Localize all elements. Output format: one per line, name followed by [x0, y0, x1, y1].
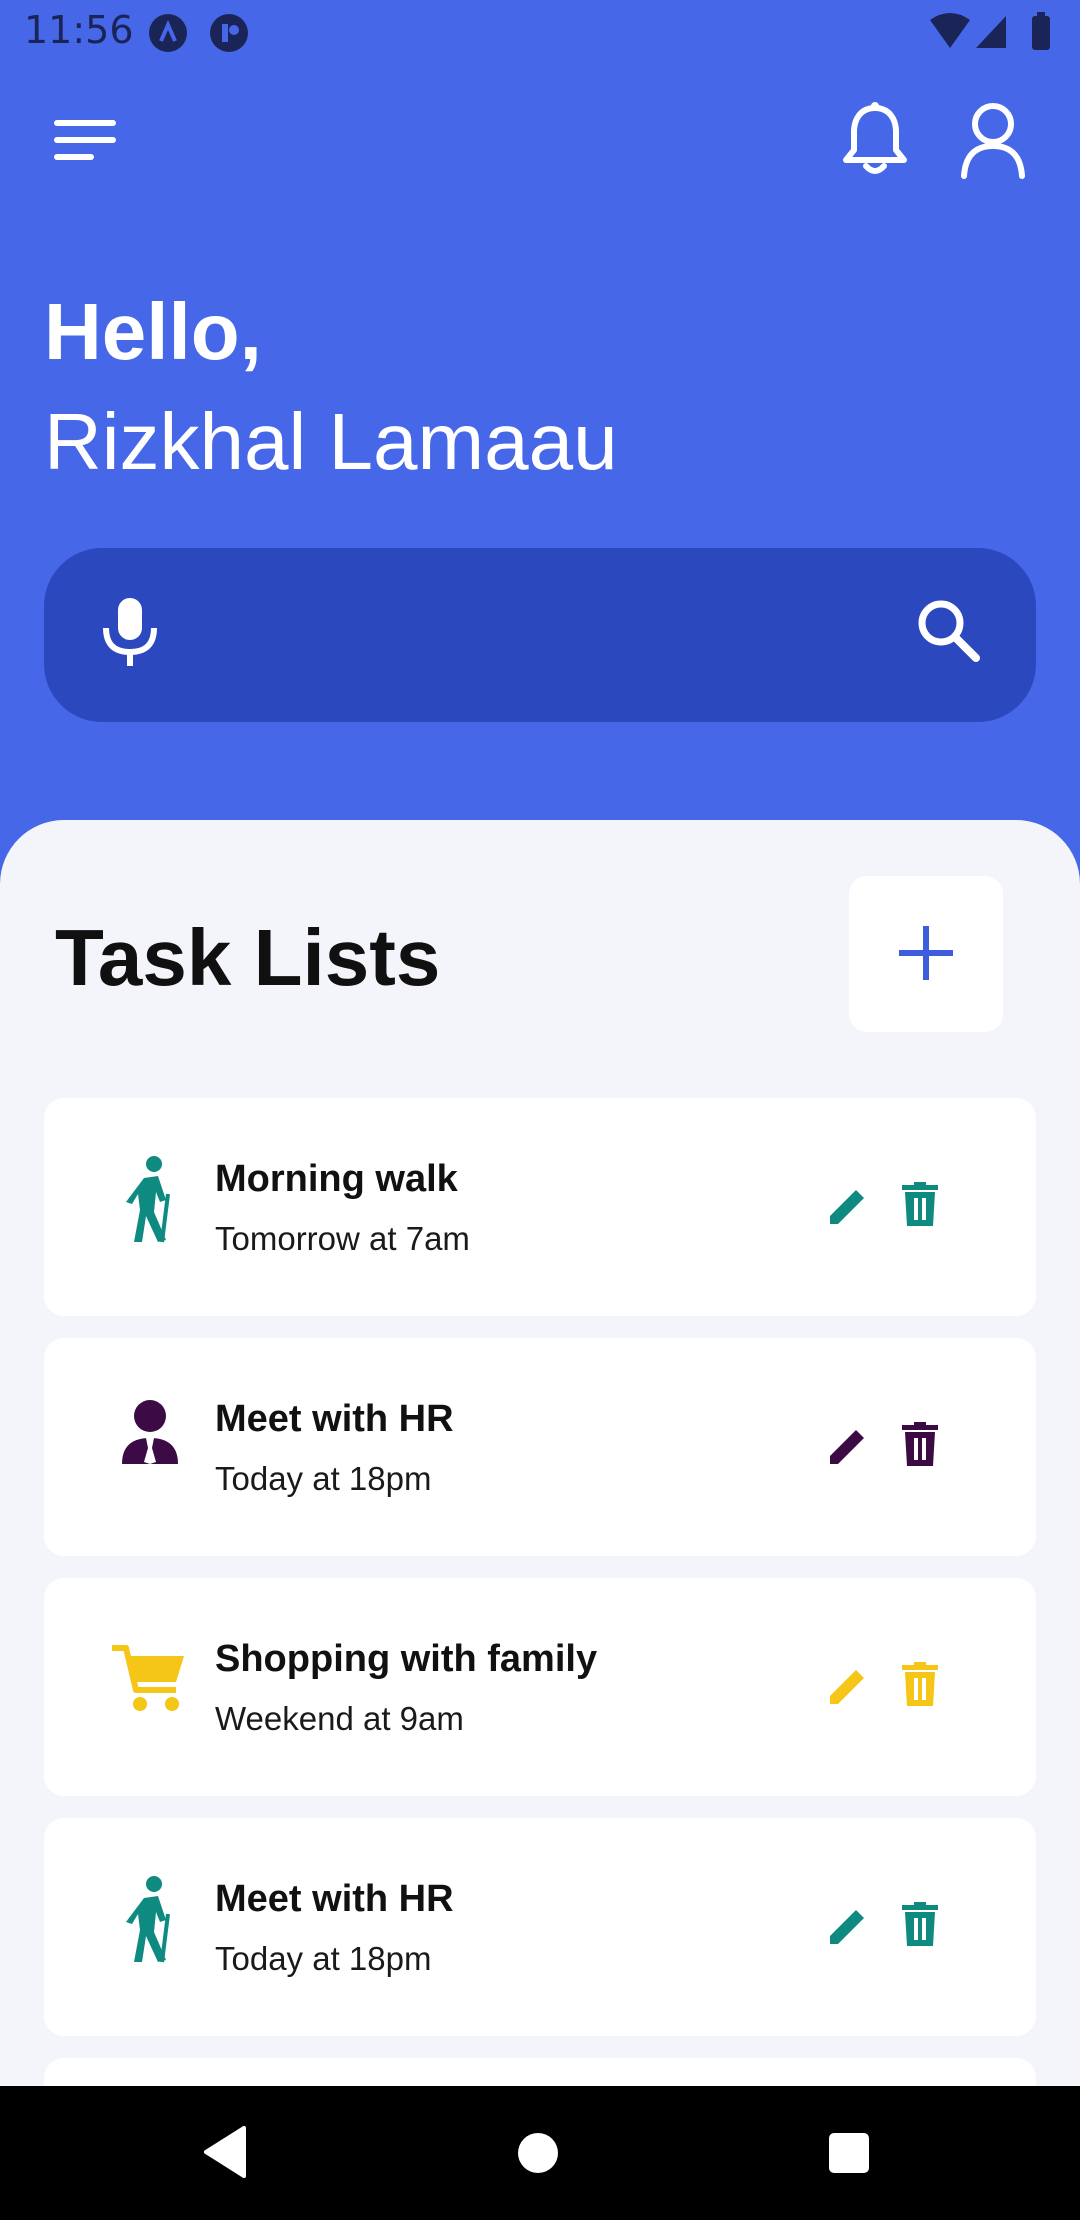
task-subtitle: Tomorrow at 7am	[215, 1220, 470, 1257]
profile-button[interactable]	[958, 100, 1028, 180]
back-button[interactable]	[200, 2124, 250, 2185]
pencil-icon	[830, 1430, 864, 1464]
search-bar	[44, 548, 1036, 722]
edit-task-button[interactable]	[826, 1424, 876, 1474]
search-input[interactable]	[204, 598, 808, 674]
status-time: 11:56	[24, 8, 134, 52]
menu-button[interactable]	[50, 110, 120, 170]
greeting-text: Hello,	[44, 287, 262, 376]
edit-task-button[interactable]	[826, 1904, 876, 1954]
voice-search-button[interactable]	[100, 594, 160, 674]
section-title: Task Lists	[55, 913, 441, 1002]
battery-icon	[1032, 12, 1050, 50]
search-icon	[918, 600, 980, 662]
search-button[interactable]	[914, 596, 994, 676]
app-b-icon	[210, 14, 248, 52]
edit-task-button[interactable]	[826, 1664, 876, 1714]
delete-task-button[interactable]	[902, 1662, 946, 1714]
home-button[interactable]	[518, 2133, 558, 2173]
task-card[interactable]: Shopping with family Weekend at 9am	[44, 1578, 1036, 1796]
pencil-icon	[830, 1670, 864, 1704]
profile-icon	[961, 103, 1025, 179]
trash-icon	[902, 1182, 938, 1226]
microphone-icon	[103, 598, 157, 666]
signal-icon	[976, 16, 1006, 48]
task-title: Meet with HR	[215, 1398, 454, 1440]
task-subtitle: Weekend at 9am	[215, 1700, 464, 1737]
app-a-icon	[149, 14, 187, 52]
pencil-icon	[830, 1910, 864, 1944]
delete-task-button[interactable]	[902, 1422, 946, 1474]
trash-icon	[902, 1422, 938, 1466]
task-card[interactable]: Meet with HR Today at 18pm	[44, 1338, 1036, 1556]
hiking-icon	[110, 1874, 190, 1964]
delete-task-button[interactable]	[902, 1182, 946, 1234]
trash-icon	[902, 1662, 938, 1706]
task-card[interactable]	[44, 2058, 1036, 2086]
plus-icon	[899, 926, 953, 980]
delete-task-button[interactable]	[902, 1902, 946, 1954]
status-right-icons	[930, 10, 1060, 59]
back-icon	[204, 2126, 246, 2178]
edit-task-button[interactable]	[826, 1184, 876, 1234]
wifi-icon	[930, 13, 970, 48]
user-name: Rizkhal Lamaau	[44, 397, 618, 486]
menu-icon	[54, 120, 116, 160]
status-bar: 11:56	[0, 0, 1080, 66]
recents-button[interactable]	[829, 2133, 869, 2173]
task-title: Meet with HR	[215, 1878, 454, 1920]
bell-icon	[843, 102, 907, 174]
task-panel: Task Lists Morning walk Tomorrow at 7am	[0, 820, 1080, 2086]
pencil-icon	[830, 1190, 864, 1224]
navigation-bar	[0, 2086, 1080, 2220]
trash-icon	[902, 1902, 938, 1946]
add-task-button[interactable]	[849, 876, 1003, 1032]
task-card[interactable]: Morning walk Tomorrow at 7am	[44, 1098, 1036, 1316]
hiking-icon	[110, 1154, 190, 1244]
notifications-button[interactable]	[840, 100, 910, 180]
cart-icon	[110, 1634, 190, 1724]
task-subtitle: Today at 18pm	[215, 1940, 432, 1977]
task-title: Shopping with family	[215, 1638, 598, 1680]
task-card[interactable]: Meet with HR Today at 18pm	[44, 1818, 1036, 2036]
task-subtitle: Today at 18pm	[215, 1460, 432, 1497]
task-title: Morning walk	[215, 1158, 458, 1200]
person-tie-icon	[110, 1394, 190, 1484]
